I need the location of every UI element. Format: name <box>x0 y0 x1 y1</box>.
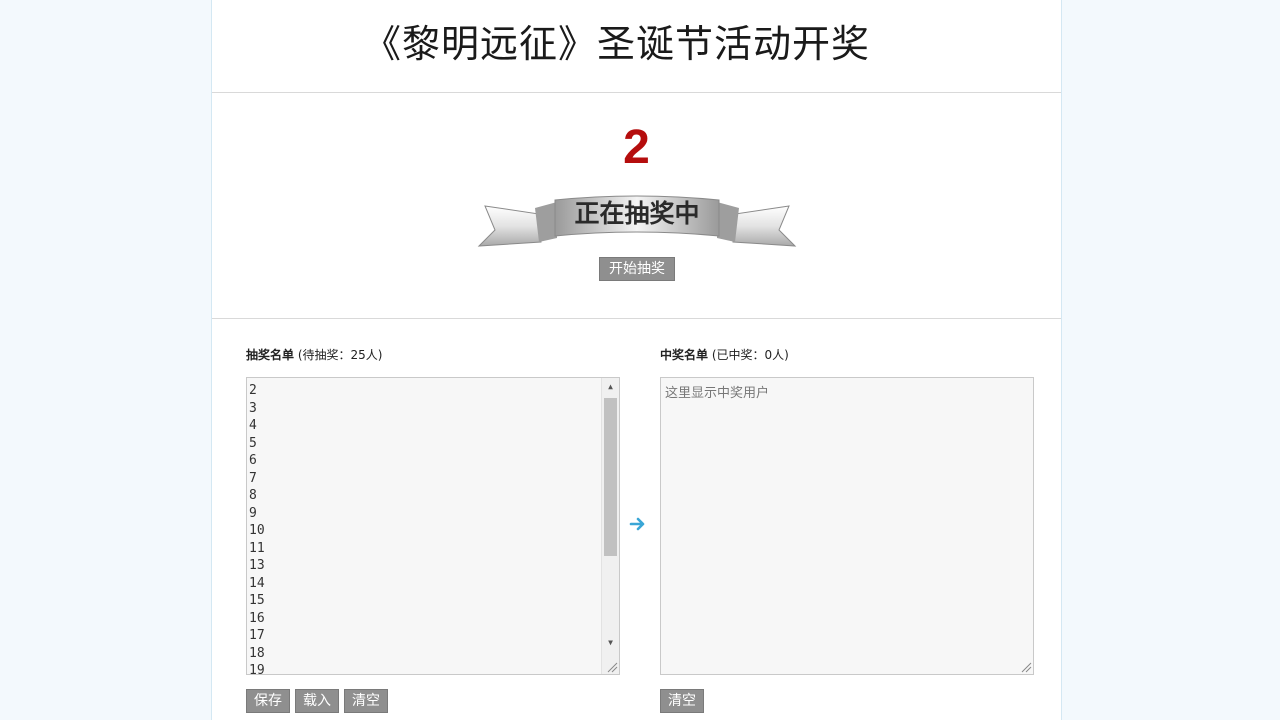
list-item: 16 <box>249 610 265 626</box>
candidate-count: (待抽奖：25人) <box>297 348 383 362</box>
clear-winners-button[interactable]: 清空 <box>660 689 704 713</box>
section-divider <box>212 318 1061 319</box>
scroll-down-icon[interactable]: ▼ <box>602 634 619 652</box>
list-item: 15 <box>249 593 265 608</box>
page-title: 《黎明远征》圣诞节活动开奖 <box>362 22 870 66</box>
list-item: 7 <box>249 470 257 486</box>
header-divider <box>212 92 1061 93</box>
resize-grip-icon[interactable] <box>606 661 618 673</box>
list-item: 4 <box>249 418 257 433</box>
draw-status-text: 正在抽奖中 <box>574 199 700 228</box>
list-item: 5 <box>249 435 257 451</box>
start-draw-button[interactable]: 开始抽奖 <box>599 257 675 281</box>
arrow-right-icon <box>629 517 645 531</box>
winner-list-title: 中奖名单 <box>660 348 709 362</box>
load-button[interactable]: 载入 <box>295 689 339 713</box>
clear-candidates-button[interactable]: 清空 <box>344 689 388 713</box>
candidate-entries: 2 3 4 5 6 7 8 9 10 11 13 14 15 16 17 18 19 <box>249 382 265 675</box>
scroll-up-icon[interactable]: ▲ <box>602 378 619 396</box>
list-item: 2 <box>249 383 257 398</box>
scroll-thumb[interactable] <box>604 398 617 556</box>
resize-grip-icon[interactable] <box>1020 661 1032 673</box>
list-item: 10 <box>249 523 265 538</box>
lottery-page: 《黎明远征》圣诞节活动开奖 2 正在抽奖中 开始抽奖 抽奖名单 (待抽奖：25人… <box>211 0 1062 720</box>
list-item: 6 <box>249 453 257 468</box>
candidate-list-textarea[interactable]: 2 3 4 5 6 7 8 9 10 11 13 14 15 16 17 18 19 ▲ ▼ <box>246 377 620 675</box>
list-item: 8 <box>249 488 257 503</box>
list-item: 14 <box>249 575 265 591</box>
list-item: 17 <box>249 628 265 643</box>
list-item: 19 <box>249 663 265 675</box>
candidate-list-label: 抽奖名单 (待抽奖：25人) <box>246 346 382 363</box>
draw-current-number: 2 <box>623 121 650 174</box>
list-item: 9 <box>249 505 257 521</box>
list-item: 13 <box>249 558 265 573</box>
winner-list-textarea[interactable]: 这里显示中奖用户 <box>660 377 1034 675</box>
list-item: 3 <box>249 400 257 416</box>
winner-placeholder: 这里显示中奖用户 <box>665 386 770 401</box>
list-item: 18 <box>249 645 265 661</box>
winner-count: (已中奖：0人) <box>711 348 789 362</box>
winner-list-label: 中奖名单 (已中奖：0人) <box>660 346 789 363</box>
list-item: 11 <box>249 540 265 556</box>
save-button[interactable]: 保存 <box>246 689 290 713</box>
candidate-scrollbar[interactable]: ▲ ▼ <box>601 378 619 674</box>
candidate-list-title: 抽奖名单 <box>246 348 295 362</box>
